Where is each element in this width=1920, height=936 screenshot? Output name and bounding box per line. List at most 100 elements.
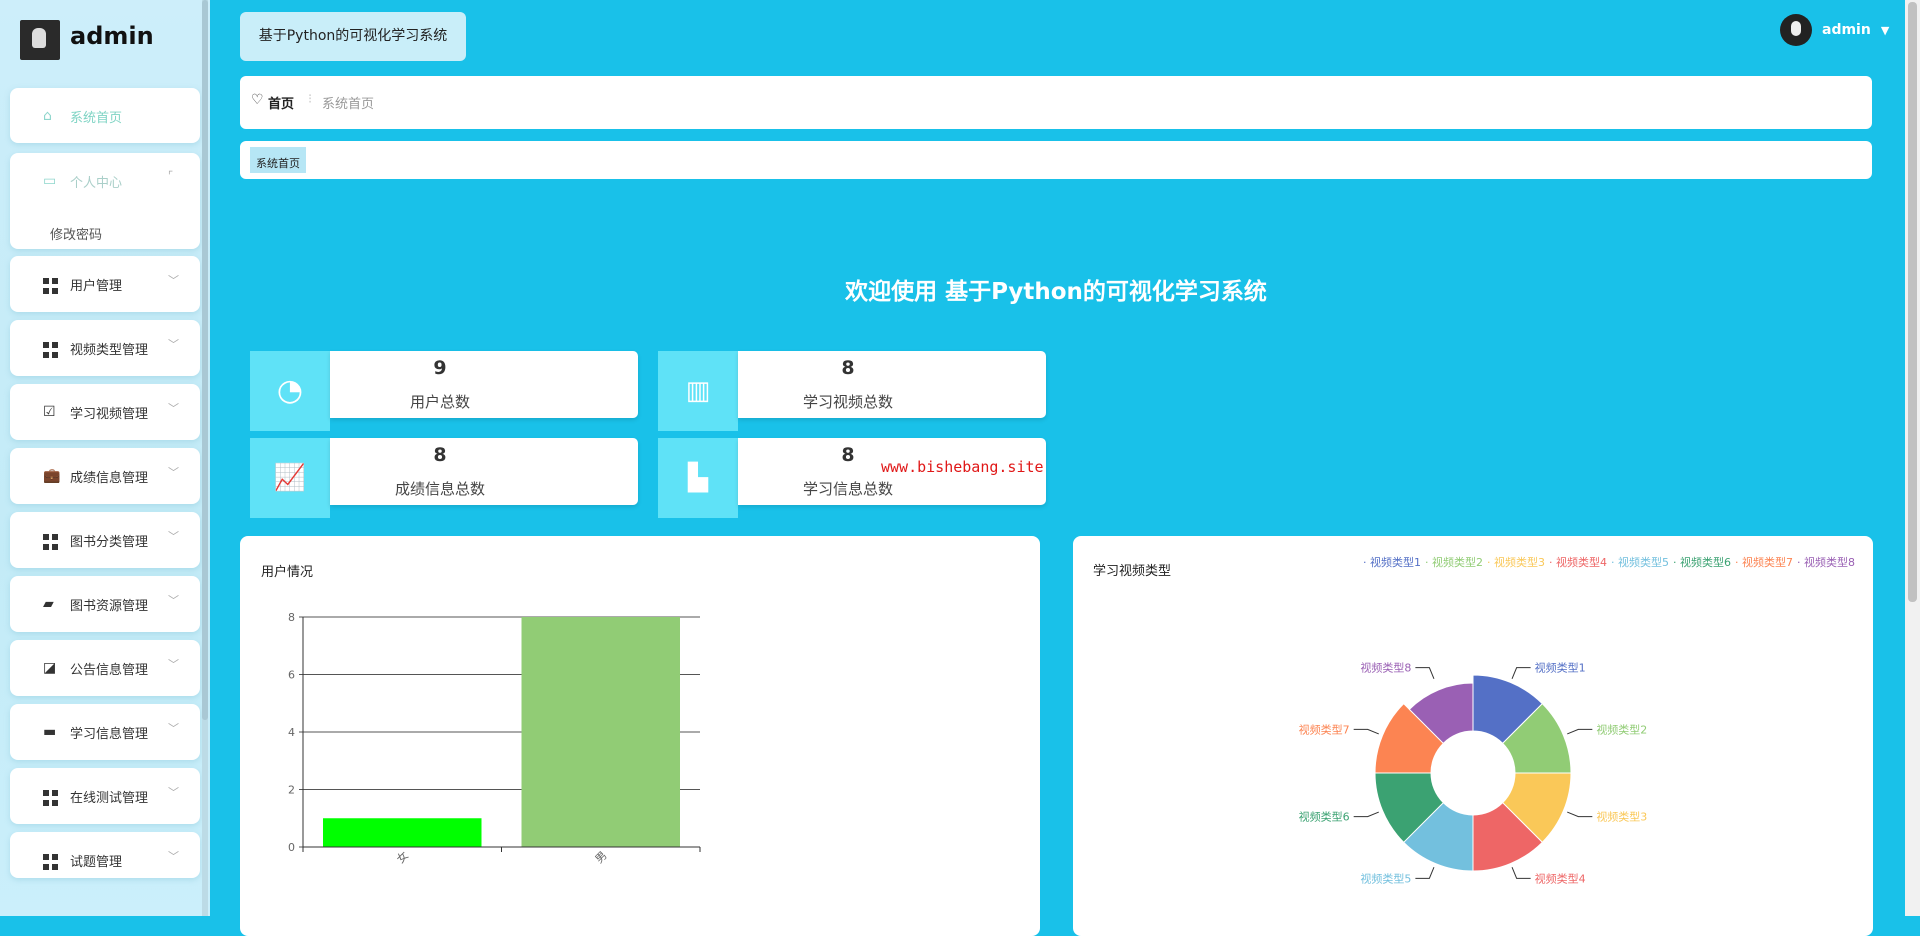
x-tick-label: 女 <box>393 848 411 866</box>
chevron-down-icon: ﹀ <box>168 594 179 607</box>
breadcrumb: ♡ 首页 ⁝ 系统首页 <box>240 76 1872 129</box>
tag-home[interactable]: 系统首页 <box>250 147 306 173</box>
clipboard-check-icon: ☑ <box>43 404 56 420</box>
sidebar-item[interactable]: 视频类型管理 ﹀ <box>10 320 200 376</box>
grid-icon <box>43 854 58 870</box>
y-tick-label: 6 <box>288 669 295 682</box>
y-tick-label: 4 <box>288 726 295 739</box>
slice-label: 视频类型1 <box>1535 661 1586 675</box>
sidebar-item[interactable]: ☑ 学习视频管理 ﹀ <box>10 384 200 440</box>
submenu-change-password[interactable]: 修改密码 <box>50 224 102 243</box>
timer-icon: ◔ <box>250 351 330 431</box>
chevron-down-icon: ﹀ <box>168 530 179 543</box>
slice-label: 视频类型3 <box>1596 810 1647 824</box>
store-icon: ▬ <box>43 724 57 740</box>
label-line <box>1415 667 1435 679</box>
label-line <box>1353 728 1379 735</box>
card-icon: ▭ <box>43 173 57 189</box>
sidebar-item-label: 学习信息管理 <box>70 727 149 742</box>
sidebar-item[interactable]: ▰ 图书资源管理 ﹀ <box>10 576 200 632</box>
sidebar-scroll-thumb[interactable] <box>202 0 208 720</box>
sidebar-item-home[interactable]: ⌂ 系统首页 <box>10 88 200 143</box>
bar[interactable] <box>521 617 681 847</box>
grid-icon <box>43 342 58 358</box>
stat-value: 8 <box>433 444 447 466</box>
avatar-logo <box>20 20 60 60</box>
y-tick-label: 0 <box>288 841 295 854</box>
chevron-up-icon: ⌜ <box>168 169 174 182</box>
sidebar-item[interactable]: ◪ 公告信息管理 ﹀ <box>10 640 200 696</box>
sidebar-item[interactable]: ▬ 学习信息管理 ﹀ <box>10 704 200 760</box>
breadcrumb-home[interactable]: 首页 <box>268 93 294 112</box>
stat-value: 8 <box>841 357 855 379</box>
sidebar-item[interactable]: 用户管理 ﹀ <box>10 256 200 312</box>
chevron-down-icon: ﹀ <box>168 658 179 671</box>
home-icon: ⌂ <box>43 108 52 124</box>
grid-icon <box>43 790 58 806</box>
chevron-down-icon: ﹀ <box>168 850 179 863</box>
slice-label: 视频类型7 <box>1299 722 1350 736</box>
sidebar-item-label: 试题管理 <box>70 855 123 870</box>
chart-line-icon: ◪ <box>43 660 57 676</box>
tags-bar: 系统首页 <box>240 141 1872 179</box>
slice-label: 视频类型6 <box>1299 810 1350 824</box>
caret-down-icon: ▼ <box>1880 23 1890 37</box>
label-line <box>1353 811 1379 818</box>
video-type-chart-panel: 学习视频类型 · 视频类型1 · 视频类型2 · 视频类型3 · 视频类型4 · 视频类… <box>1073 536 1873 936</box>
label-line <box>1415 867 1435 879</box>
stat-card-videos: 8 学习视频总数 <box>738 351 1046 418</box>
stat-label: 用户总数 <box>409 393 470 411</box>
sidebar-item-label: 学习视频管理 <box>70 407 149 422</box>
chevron-down-icon: ﹀ <box>168 722 179 735</box>
stat-value: 9 <box>433 357 447 379</box>
y-tick-label: 2 <box>288 784 295 797</box>
sidebar-item-label: 图书分类管理 <box>70 535 149 550</box>
slice-label: 视频类型8 <box>1360 661 1411 675</box>
sidebar-item-label: 个人中心 <box>70 176 123 191</box>
sidebar-item-personal[interactable]: ▭ 个人中心 ⌜ 修改密码 <box>10 153 200 249</box>
stat-label: 成绩信息总数 <box>394 480 485 498</box>
chevron-down-icon: ﹀ <box>168 274 179 287</box>
heart-icon: ♡ <box>251 92 264 108</box>
bar-chart: 0 2 4 6 8 女 男 <box>288 611 701 866</box>
bar-chart-icon: ▥ <box>658 351 738 431</box>
briefcase-icon: 💼 <box>43 468 61 484</box>
grid-icon <box>43 534 58 550</box>
system-title: 基于Python的可视化学习系统 <box>240 12 466 61</box>
sidebar-item[interactable]: 在线测试管理 ﹀ <box>10 768 200 824</box>
sidebar-item-label: 公告信息管理 <box>70 663 149 678</box>
sidebar-item-label: 在线测试管理 <box>70 791 149 806</box>
stat-card-users: 9 用户总数 <box>330 351 638 418</box>
sidebar: admin ⌂ 系统首页 ▭ 个人中心 ⌜ 修改密码 用户管理 ﹀ 视频类型管理 ﹀ ☑… <box>0 0 210 916</box>
user-menu[interactable]: admin ▼ <box>1780 14 1889 46</box>
page-scroll-thumb[interactable] <box>1908 2 1917 602</box>
bar[interactable] <box>323 818 482 847</box>
breadcrumb-separator: ⁝ <box>308 92 313 107</box>
sidebar-item[interactable]: 图书分类管理 ﹀ <box>10 512 200 568</box>
slice-label: 视频类型5 <box>1360 871 1411 885</box>
sidebar-item-label: 系统首页 <box>70 111 123 126</box>
sidebar-item[interactable]: 💼 成绩信息管理 ﹀ <box>10 448 200 504</box>
pie-chart: 视频类型1 视频类型2 视频类型3 视频类型4 视频类型5 视频类型6 视频类型7 视频类型8 <box>1299 661 1648 886</box>
stat-card-scores: 8 成绩信息总数 <box>330 438 638 505</box>
wallet-icon: ▰ <box>43 596 54 612</box>
label-line <box>1511 667 1531 679</box>
watermark: www.bishebang.site <box>881 458 1044 476</box>
chevron-down-icon: ﹀ <box>168 402 179 415</box>
welcome-heading: 欢迎使用 基于Python的可视化学习系统 <box>845 279 1267 305</box>
slice-label: 视频类型4 <box>1535 871 1586 885</box>
grid-icon <box>43 278 58 294</box>
stat-label: 学习信息总数 <box>802 480 893 498</box>
sidebar-item-label: 图书资源管理 <box>70 599 149 614</box>
label-line <box>1567 811 1593 818</box>
brand-name: admin <box>70 22 154 50</box>
chevron-down-icon: ﹀ <box>168 338 179 351</box>
stat-label: 学习视频总数 <box>802 393 893 411</box>
label-line <box>1567 728 1593 735</box>
x-tick-label: 男 <box>593 849 610 866</box>
histogram-icon: ▙ <box>658 438 738 518</box>
sidebar-item-label: 成绩信息管理 <box>70 471 149 486</box>
sidebar-item[interactable]: 试题管理 ﹀ <box>10 832 200 878</box>
user-chart-panel: 用户情况 02468女男 <box>240 536 1040 936</box>
chevron-down-icon: ﹀ <box>168 786 179 799</box>
